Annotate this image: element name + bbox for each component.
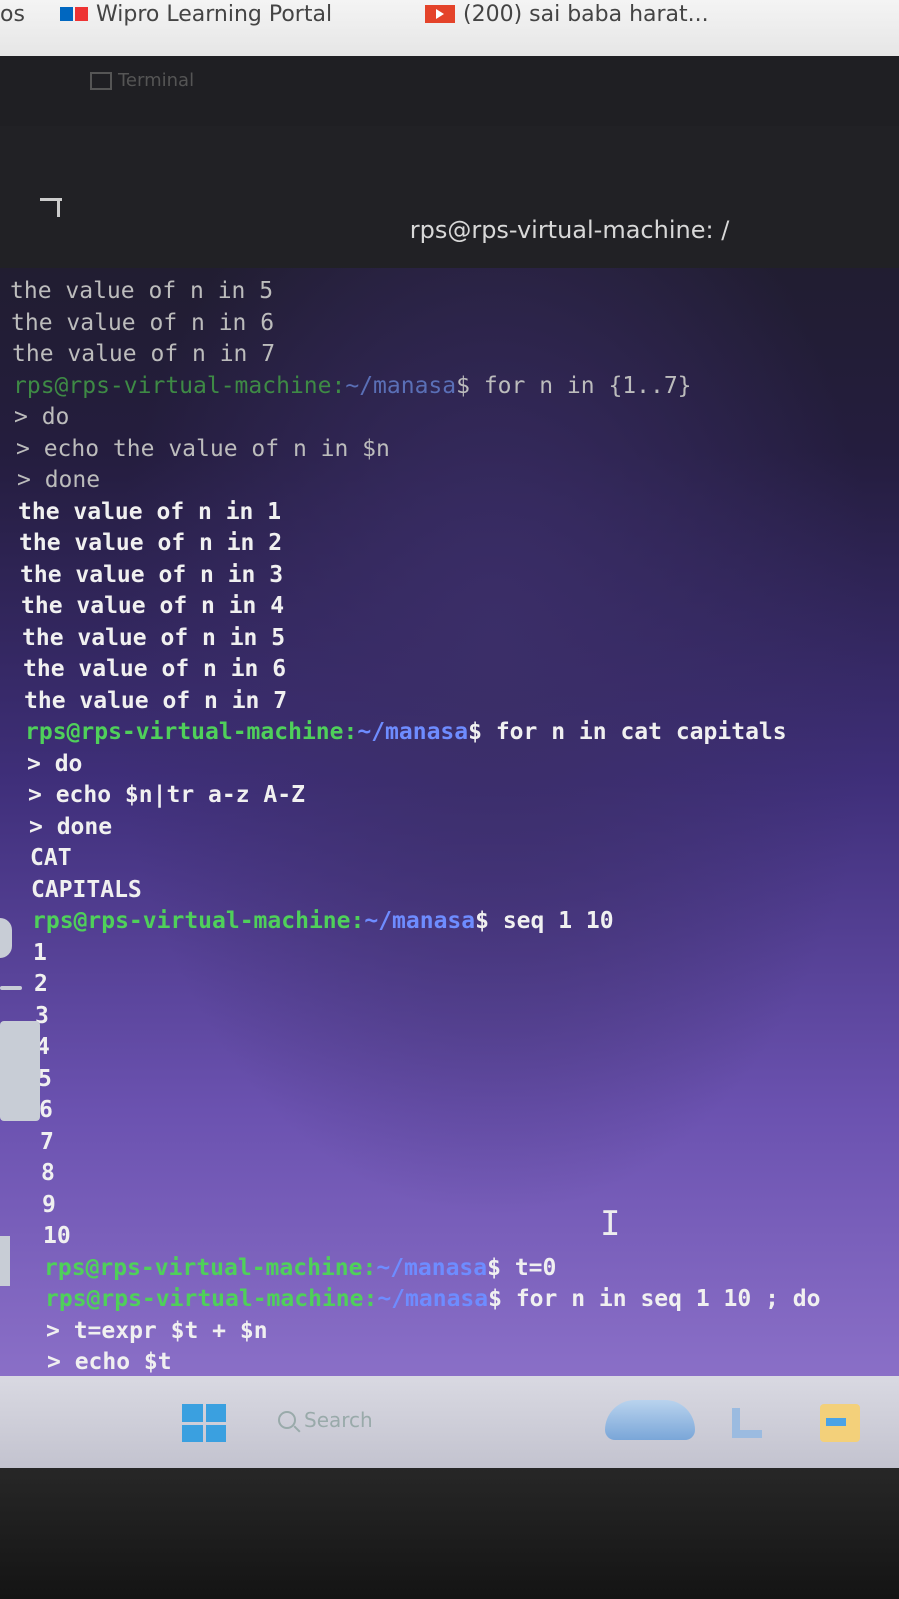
- gnome-top-bar: Terminal: [0, 56, 899, 126]
- terminal-output-line: 6: [39, 1097, 53, 1123]
- side-panel: [0, 1021, 40, 1121]
- terminal-output-line: 5: [38, 1065, 52, 1092]
- prompt-command: $ for n in {1..7}: [456, 372, 692, 399]
- terminal-output-line: > do: [27, 750, 83, 777]
- terminal-output-line: the value of n in 5: [22, 624, 286, 651]
- search-icon: [278, 1411, 296, 1429]
- terminal-title-bar[interactable]: [0, 126, 899, 268]
- side-line: [0, 986, 22, 990]
- terminal-output-line: 8: [41, 1160, 55, 1186]
- window-title: rps@rps-virtual-machine: /: [409, 216, 730, 244]
- youtube-icon: [425, 5, 455, 23]
- prompt-user: rps@rps-virtual-machine:: [44, 1254, 377, 1281]
- desktop-screen: Terminal rps@rps-virtual-machine: / the …: [0, 56, 899, 1407]
- terminal-output-line: 3: [35, 1002, 49, 1029]
- terminal-output-line: the value of n in 6: [23, 656, 287, 682]
- prompt-path: ~/manasa: [377, 1286, 489, 1312]
- terminal-output-line: the value of n in 6: [11, 309, 275, 336]
- terminal-output-line: the value of n in 7: [24, 687, 288, 714]
- weather-widget-icon[interactable]: [605, 1400, 695, 1440]
- terminal-output-line: 7: [40, 1128, 54, 1155]
- terminal-prompt-line: rps@rps-virtual-machine:~/manasa$ for n …: [10, 1284, 895, 1316]
- terminal-output-line: > t=expr $t + $n: [46, 1317, 268, 1344]
- prompt-user: rps@rps-virtual-machine:: [13, 372, 346, 399]
- terminal-output-line: 4: [36, 1034, 50, 1060]
- terminal-app-name: Terminal: [118, 70, 195, 91]
- terminal-output-line: > echo $n|tr a-z A-Z: [28, 782, 305, 808]
- taskbar-search[interactable]: Search: [278, 1408, 373, 1432]
- taskbar-search-label: Search: [304, 1408, 373, 1432]
- terminal-output-line: CAPITALS: [31, 876, 142, 903]
- prompt-path: ~/manasa: [376, 1254, 488, 1281]
- prompt-user: rps@rps-virtual-machine:: [32, 908, 365, 934]
- taskbar: Search: [0, 1376, 899, 1468]
- prompt-user: rps@rps-virtual-machine:: [45, 1286, 378, 1312]
- bookmark-youtube[interactable]: (200) sai baba harat...: [425, 0, 709, 28]
- prompt-command: $ t=0: [487, 1254, 557, 1281]
- microsoft-logo-icon: [60, 7, 88, 21]
- terminal-output-line: 9: [42, 1191, 56, 1218]
- prompt-user: rps@rps-virtual-machine:: [25, 719, 358, 745]
- terminal-output-line: > do: [14, 404, 70, 430]
- prompt-path: ~/manasa: [364, 908, 476, 934]
- app-icon[interactable]: [732, 1408, 762, 1438]
- prompt-command: $ for n in cat capitals: [468, 719, 787, 745]
- prompt-command: $ for n in seq 1 10 ; do: [488, 1286, 821, 1312]
- terminal-prompt-line: rps@rps-virtual-machine:~/manasa$ t=0: [10, 1253, 895, 1285]
- terminal-prompt-line: rps@rps-virtual-machine:~/manasa$ for n …: [10, 371, 895, 403]
- terminal-output-line: > done: [29, 813, 113, 840]
- monitor-bezel: [0, 1468, 899, 1599]
- activities-terminal-label[interactable]: Terminal: [90, 70, 194, 91]
- terminal-output-line: the value of n in 3: [20, 561, 284, 588]
- terminal-output-line: 10: [43, 1223, 71, 1249]
- terminal-prompt-line: rps@rps-virtual-machine:~/manasa$ seq 1 …: [10, 906, 895, 938]
- bookmark-youtube-label: (200) sai baba harat...: [463, 1, 709, 27]
- terminal-output-line: > done: [17, 467, 101, 493]
- prompt-path: ~/manasa: [357, 719, 469, 745]
- bookmark-wipro[interactable]: Wipro Learning Portal: [60, 0, 332, 28]
- file-explorer-icon[interactable]: [820, 1404, 860, 1442]
- terminal-output-line: the value of n in 5: [10, 278, 274, 304]
- text-cursor-icon: I: [600, 1204, 621, 1244]
- terminal-app-icon: [90, 71, 112, 90]
- terminal-output-line: 2: [34, 971, 48, 997]
- terminal-output-line: the value of n in 7: [12, 341, 276, 367]
- prompt-command: $ seq 1 10: [475, 908, 614, 934]
- terminal-output-line: CAT: [30, 845, 72, 871]
- terminal-output-line: > echo the value of n in $n: [16, 435, 390, 462]
- bookmark-fragment-label: os: [0, 1, 25, 27]
- bookmark-fragment[interactable]: os: [0, 0, 25, 28]
- browser-bookmarks-bar: os Wipro Learning Portal (200) sai baba …: [0, 0, 899, 56]
- terminal-output-line: the value of n in 2: [19, 530, 283, 556]
- side-bubble: [0, 918, 12, 958]
- terminal-output-line: the value of n in 1: [18, 498, 282, 525]
- bookmark-wipro-label: Wipro Learning Portal: [96, 1, 333, 27]
- windows-start-icon[interactable]: [182, 1404, 226, 1442]
- terminal-output[interactable]: the value of n in 5 the value of n in 6 th…: [10, 276, 895, 1410]
- terminal-output-line: 1: [33, 939, 47, 966]
- terminal-output-line: > echo $t: [47, 1349, 172, 1375]
- prompt-path: ~/manasa: [345, 372, 457, 399]
- side-dots: [0, 1236, 10, 1286]
- terminal-prompt-line: rps@rps-virtual-machine:~/manasa$ for n …: [10, 717, 895, 749]
- terminal-output-line: the value of n in 4: [21, 593, 285, 619]
